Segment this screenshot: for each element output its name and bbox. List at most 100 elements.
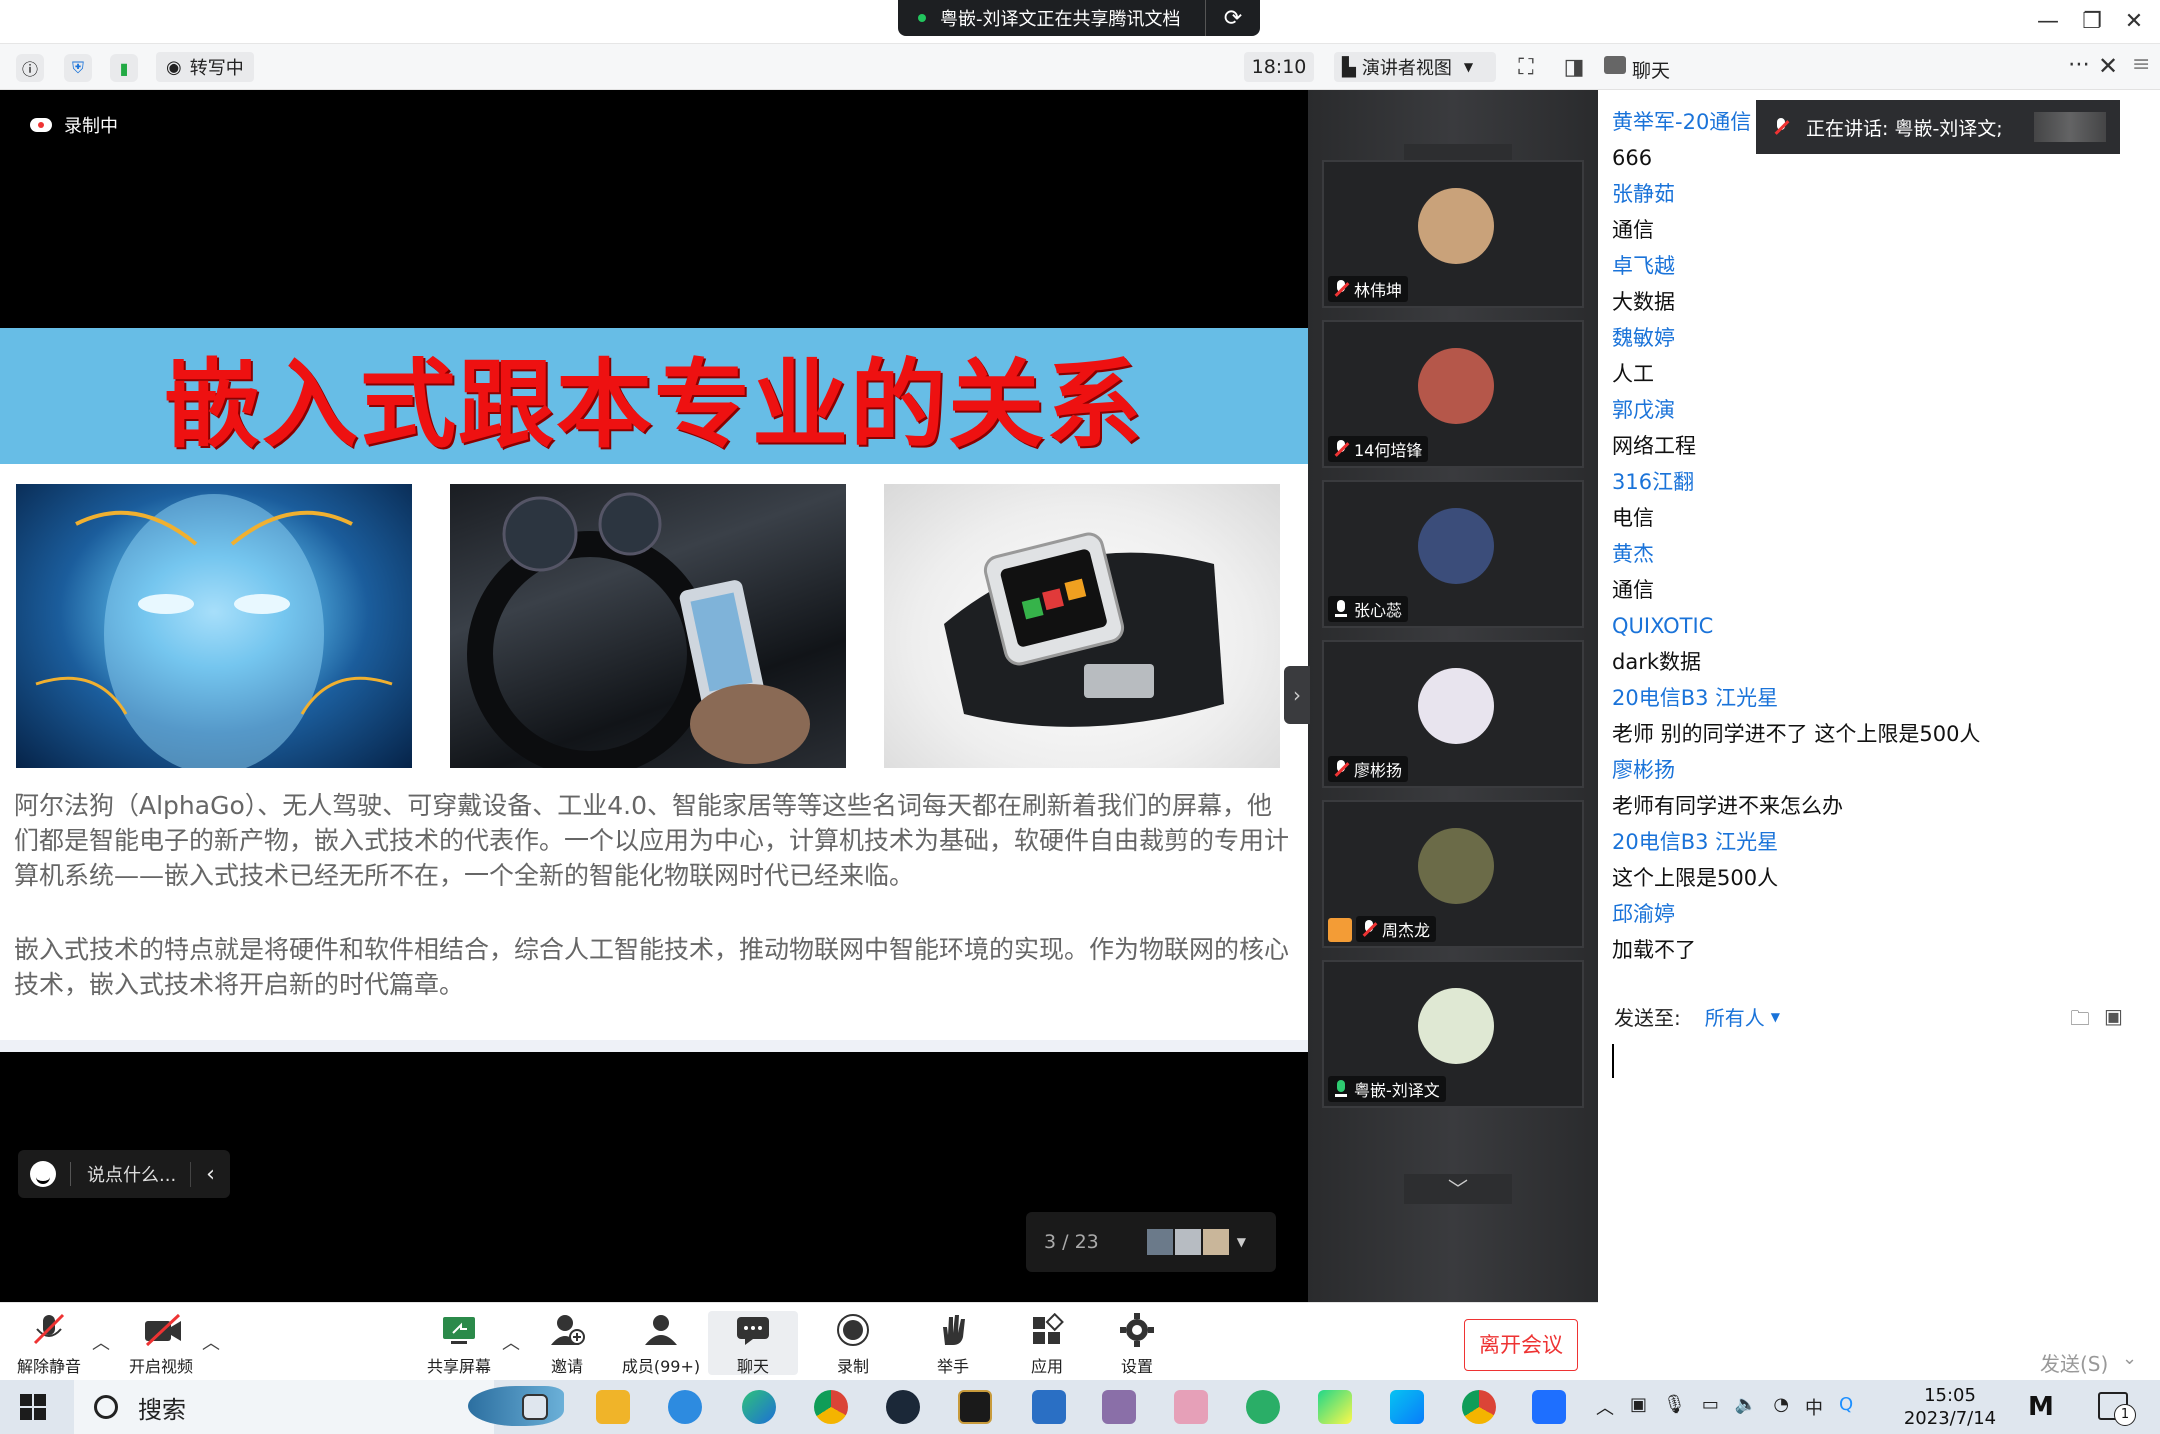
close-window-button[interactable]: ✕ [2114,6,2154,38]
app-logo-icon[interactable]: M [2028,1392,2054,1422]
video-options-caret[interactable]: ︿ [202,1329,220,1355]
security-shield-icon[interactable]: ⛨ [64,54,92,82]
battery-icon[interactable]: ▭ [1702,1394,1719,1420]
participant-tile[interactable]: 廖彬扬 [1322,640,1584,788]
app-window-icon[interactable] [1032,1390,1066,1424]
chat-message-text: dark数据 [1612,650,1701,674]
thumbnail [1202,1229,1229,1255]
avatar [1418,188,1494,264]
chat-sender-name[interactable]: 魏敏婷 [1612,320,2112,356]
chat-button[interactable]: 聊天 [708,1311,798,1376]
chrome-icon[interactable] [814,1390,848,1424]
slide-thumbnails[interactable] [1146,1229,1229,1255]
invite-button[interactable]: 邀请 [522,1311,612,1376]
minimize-button[interactable]: — [2028,6,2068,38]
fullscreen-icon[interactable]: ⛶ [1512,54,1540,82]
participant-name: 14何培锋 [1354,441,1423,460]
menu-icon[interactable]: ≡ [2132,52,2150,77]
chevron-down-icon[interactable]: ⌄ [2122,1348,2137,1369]
chat-sender-name[interactable]: 316江翻 [1612,464,2112,500]
audio-options-caret[interactable]: ︿ [92,1329,110,1355]
steam-icon[interactable] [886,1390,920,1424]
participant-tile[interactable]: 张心蕊 [1322,480,1584,628]
qq-browser-icon[interactable] [668,1390,702,1424]
share-options-caret[interactable]: ︿ [502,1329,520,1355]
microphone-icon[interactable]: 🎙 [1663,1394,1686,1420]
network-share-icon[interactable]: ▣ [1630,1394,1647,1420]
chat-sender-name[interactable]: 20电信B3 江光星 [1612,680,2112,716]
chat-sender-name[interactable]: 廖彬扬 [1612,752,2112,788]
send-to-selector[interactable]: 发送至: 所有人 ▼ [1614,1002,1780,1031]
participant-tile[interactable]: 粤嵌-刘译文 [1322,960,1584,1108]
chevron-up-icon[interactable]: ︿ [1596,1394,1614,1420]
collapse-participants-button[interactable]: › [1284,666,1310,724]
windows-start-icon[interactable] [20,1394,46,1420]
send-to-label: 发送至: [1614,1006,1681,1030]
recording-label: 录制中 [64,116,118,137]
chat-sender-name[interactable]: 20电信B3 江光星 [1612,824,2112,860]
chat-sender-name[interactable]: 邱渝婷 [1612,896,2112,932]
game-icon-2[interactable] [1174,1390,1208,1424]
view-selector[interactable]: ▙ 演讲者视图 ▼ [1334,52,1496,82]
record-button[interactable]: 录制 [808,1311,898,1376]
more-options-icon[interactable]: ⋯ [2068,52,2090,77]
scroll-down-button[interactable]: ﹀ [1404,1174,1512,1204]
avatar [1418,988,1494,1064]
league-client-icon[interactable] [958,1390,992,1424]
apps-button[interactable]: 应用 [1002,1311,1092,1376]
info-icon[interactable]: ⓘ [16,54,44,82]
comment-input[interactable]: 说点什么... ‹ [18,1150,230,1198]
start-video-button[interactable]: 开启视频 [116,1311,206,1376]
signal-icon[interactable]: ▮ [110,54,138,82]
screen-share-text: 粤嵌-刘译文正在共享腾讯文档 [940,9,1181,30]
close-chat-icon[interactable]: ✕ [2098,52,2118,80]
participant-tile[interactable]: 林伟坤 [1322,160,1584,308]
send-button[interactable]: 发送(S) [2040,1348,2108,1377]
edge-icon[interactable] [742,1390,776,1424]
taskbar-search[interactable]: 搜索 [74,1380,564,1434]
wechat-icon[interactable] [1246,1390,1280,1424]
screen-share-banner[interactable]: 粤嵌-刘译文正在共享腾讯文档 ⟳ [898,0,1260,36]
transcription-status[interactable]: ◉ 转写中 [156,52,254,82]
chat-sender-name[interactable]: QUIXOTIC [1612,608,2112,644]
volume-icon[interactable]: 🔈 [1735,1394,1757,1420]
file-explorer-icon[interactable] [596,1390,630,1424]
ime-indicator[interactable]: 中 [1805,1394,1823,1420]
chat-message-input[interactable] [1598,1030,2160,1360]
chat-sender-name[interactable]: 郭戊演 [1612,392,2112,428]
participant-name: 周杰龙 [1382,921,1431,940]
chevron-down-icon[interactable]: ▼ [1237,1235,1246,1249]
chat-sender-name[interactable]: 卓飞越 [1612,248,2112,284]
refresh-icon[interactable]: ⟳ [1206,6,1260,31]
sidebar-toggle-icon[interactable]: ◨ [1560,54,1588,82]
slide-page-control[interactable]: 3 / 23 ▼ [1026,1212,1276,1272]
mic-icon [1334,1080,1348,1098]
chat-sender-name[interactable]: 黄杰 [1612,536,2112,572]
chrome-profile-icon[interactable] [1462,1390,1496,1424]
leave-meeting-button[interactable]: 离开会议 [1464,1319,1578,1371]
pycharm-icon[interactable] [1318,1390,1352,1424]
participant-tile[interactable]: 14何培锋 [1322,320,1584,468]
system-clock[interactable]: 15:05 2023/7/14 [1900,1384,2000,1430]
chat-sender-name[interactable]: 张静茹 [1612,176,2112,212]
tencent-meeting-icon[interactable] [1532,1390,1566,1424]
emoji-icon[interactable] [30,1161,56,1187]
share-screen-button[interactable]: 共享屏幕 [414,1311,504,1376]
qq-tray-icon[interactable]: Q [1839,1394,1853,1420]
webstorm-icon[interactable] [1390,1390,1424,1424]
search-highlight-image [468,1386,564,1426]
task-view-icon[interactable] [522,1394,548,1420]
members-label: 成员(99+) [621,1357,701,1376]
raise-hand-button[interactable]: 举手 [908,1311,998,1376]
members-button[interactable]: 成员(99+) [616,1311,706,1376]
unmute-button[interactable]: 解除静音 [4,1311,94,1376]
settings-button[interactable]: 设置 [1092,1311,1182,1376]
participant-tile[interactable]: 周杰龙 [1322,800,1584,948]
restore-button[interactable]: ❐ [2072,6,2112,38]
game-icon[interactable] [1102,1390,1136,1424]
send-to-target[interactable]: 所有人 [1705,1002,1765,1031]
wifi-icon[interactable]: ◔ [1773,1394,1789,1420]
participant-name-tag: 周杰龙 [1356,916,1437,942]
view-label: 演讲者视图 [1361,58,1452,79]
chevron-left-icon[interactable]: ‹ [190,1161,230,1187]
